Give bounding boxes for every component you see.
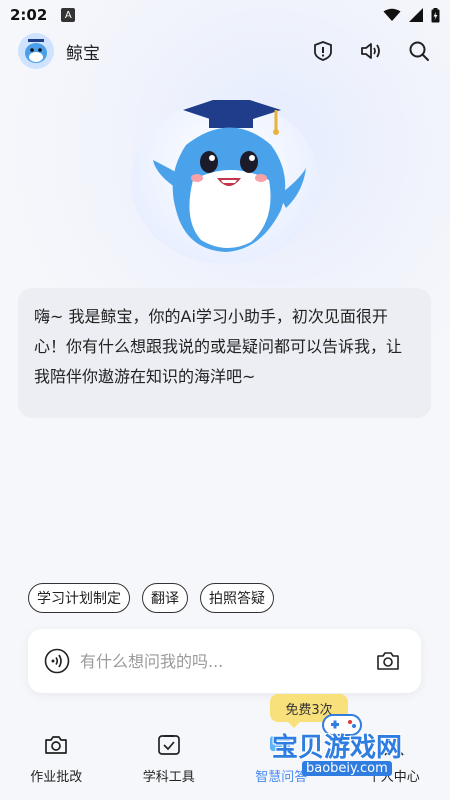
suggestion-chips: 学习计划制定 翻译 拍照答疑	[28, 583, 274, 613]
wifi-icon	[383, 8, 401, 21]
page-title: 鲸宝	[66, 43, 100, 64]
shield-alert-icon	[314, 41, 332, 61]
tab-label: 作业批改	[30, 770, 83, 785]
checkbox-icon	[157, 735, 180, 755]
battery-icon	[431, 7, 440, 22]
assistant-message-bubble: 嗨~ 我是鲸宝，你的Ai学习小助手，初次见面很开心！你有什么想跟我说的或是疑问都…	[18, 288, 431, 418]
top-bar: 鲸宝	[0, 30, 450, 72]
status-bar: 2:02 A	[0, 0, 450, 30]
report-button[interactable]	[310, 38, 336, 64]
tab-label: 学科工具	[142, 770, 195, 785]
tab-homework-correction[interactable]: 作业批改	[0, 726, 113, 800]
status-indicators	[383, 7, 440, 23]
chip-translate[interactable]: 翻译	[142, 583, 188, 613]
chip-photo-answer[interactable]: 拍照答疑	[200, 583, 274, 613]
whale-mascot-icon	[153, 94, 306, 252]
search-button[interactable]	[406, 38, 432, 64]
signal-icon	[409, 8, 423, 22]
whale-avatar-icon	[25, 39, 47, 63]
notification-app-icon: A	[61, 8, 76, 22]
watermark-url: baobeiy.com	[302, 761, 392, 776]
status-time: 2:02	[10, 6, 48, 24]
tab-subject-tools[interactable]: 学科工具	[113, 726, 226, 800]
speaker-button[interactable]	[358, 38, 384, 64]
camera-icon	[377, 652, 399, 670]
chat-input-box	[28, 629, 421, 693]
speaker-icon	[361, 43, 380, 59]
camera-input-button[interactable]	[375, 648, 401, 674]
chip-study-plan[interactable]: 学习计划制定	[28, 583, 130, 613]
voice-input-button[interactable]	[44, 648, 70, 674]
watermark-text: 宝贝游戏网	[272, 733, 403, 763]
voice-icon	[44, 648, 70, 674]
assistant-message-text: 嗨~ 我是鲸宝，你的Ai学习小助手，初次见面很开心！你有什么想跟我说的或是疑问都…	[34, 307, 403, 386]
camera-icon	[45, 736, 68, 754]
watermark-logo: 宝贝游戏网 baobeiy.com	[262, 705, 422, 785]
mascot-hero	[131, 94, 319, 264]
avatar[interactable]	[18, 33, 54, 69]
search-icon	[409, 41, 429, 61]
chat-input[interactable]	[80, 651, 375, 671]
